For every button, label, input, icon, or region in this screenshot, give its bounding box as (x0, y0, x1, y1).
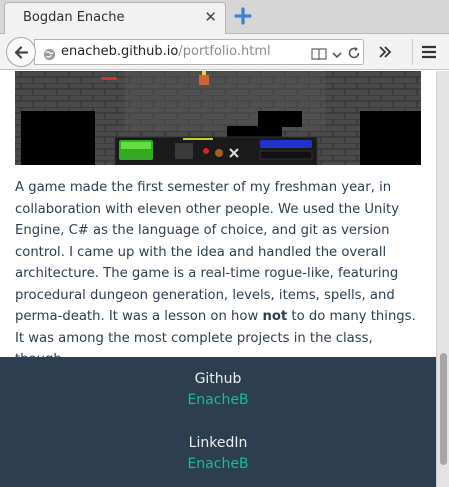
footer: Github EnacheB LinkedIn EnacheB (0, 357, 436, 487)
url-path: /portfolio.html (178, 44, 271, 59)
linkedin-link[interactable]: EnacheB (0, 456, 436, 472)
chevron-down-icon[interactable] (331, 46, 343, 65)
description-emphasis: not (262, 309, 288, 324)
github-link[interactable]: EnacheB (0, 392, 436, 408)
menu-button[interactable] (412, 39, 442, 65)
tab-title: Bogdan Enache (23, 10, 125, 25)
double-chevron-right-icon[interactable] (378, 44, 392, 63)
game-screenshot (15, 71, 421, 165)
back-arrow-icon (14, 46, 29, 59)
reader-view-icon[interactable] (311, 46, 327, 65)
url-text[interactable]: enacheb.github.io/portfolio.html (61, 44, 271, 59)
vertical-scrollbar[interactable] (436, 71, 449, 487)
hamburger-menu-icon (422, 45, 436, 59)
close-icon[interactable]: ✕ (204, 9, 217, 25)
navigation-bar: enacheb.github.io/portfolio.html (0, 34, 449, 70)
browser-tab[interactable]: Bogdan Enache ✕ (4, 2, 226, 34)
back-button[interactable] (6, 37, 36, 67)
plus-icon[interactable] (233, 6, 253, 26)
github-label: Github (194, 371, 242, 387)
linkedin-label: LinkedIn (188, 435, 248, 451)
project-description: A game made the first semester of my fre… (15, 177, 421, 371)
scrollbar-thumb[interactable] (440, 353, 447, 465)
globe-icon[interactable] (43, 46, 56, 65)
page-viewport: A game made the first semester of my fre… (0, 71, 436, 487)
url-bar[interactable]: enacheb.github.io/portfolio.html (34, 39, 364, 65)
description-text-1: A game made the first semester of my fre… (15, 180, 400, 324)
tab-bar: Bogdan Enache ✕ (0, 0, 449, 34)
reload-icon[interactable] (347, 45, 361, 64)
url-domain: enacheb.github.io (61, 44, 179, 59)
